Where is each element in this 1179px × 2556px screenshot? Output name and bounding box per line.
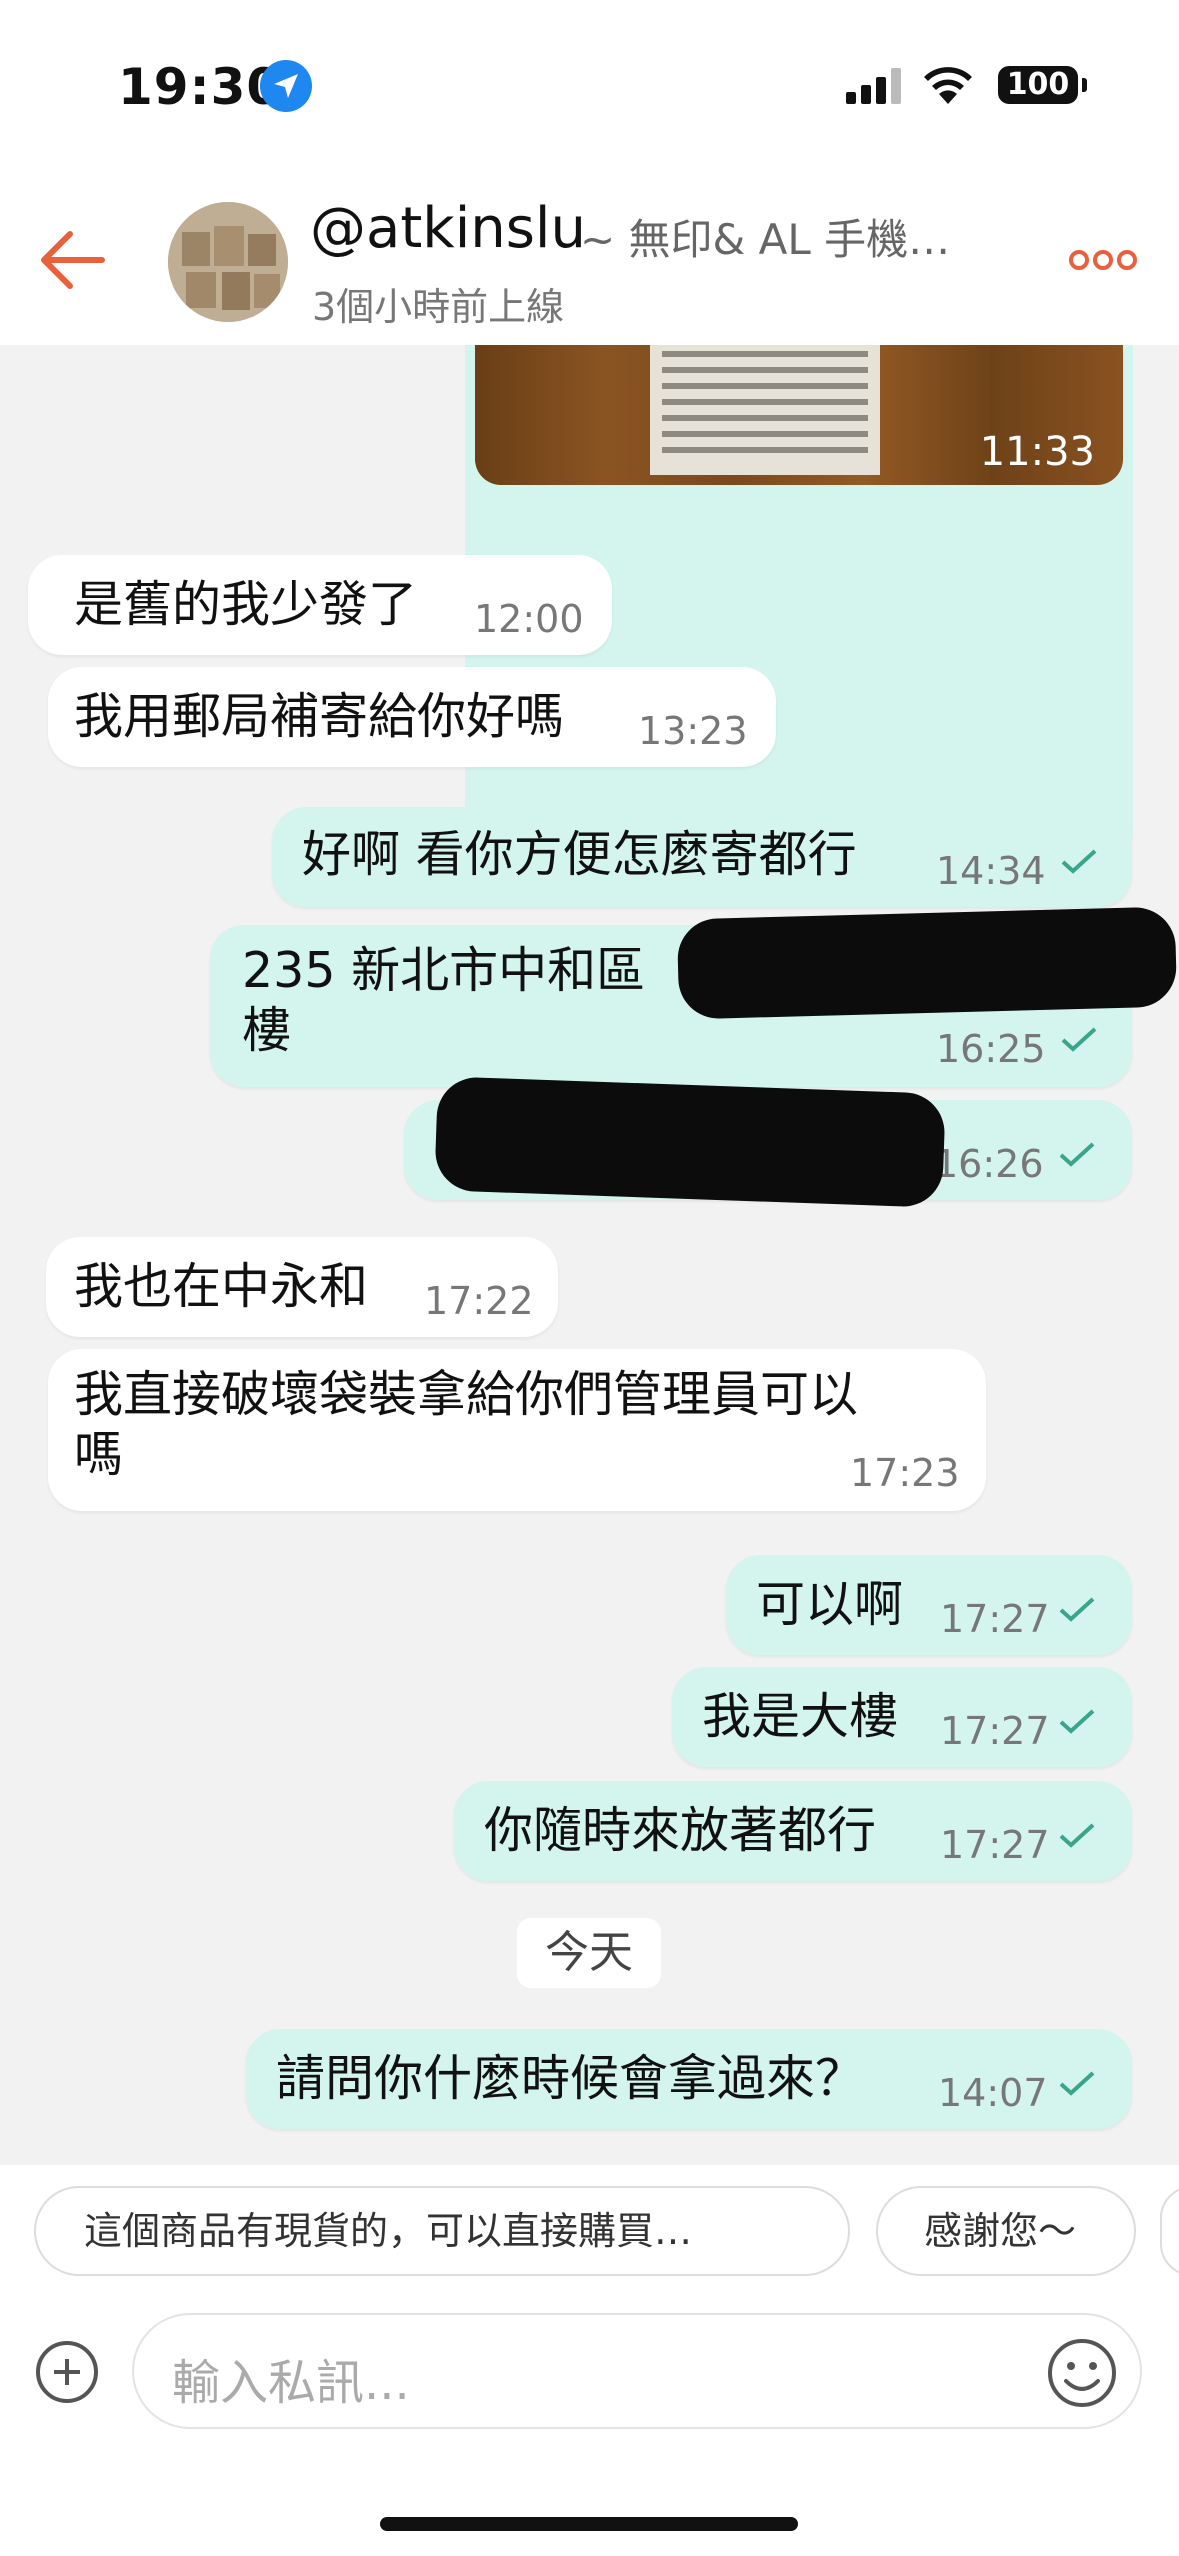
read-check-icon — [1059, 1823, 1095, 1848]
read-check-icon — [1059, 1597, 1095, 1622]
message-text: 好啊 看你方便怎麼寄都行 — [302, 826, 857, 883]
read-check-icon — [1059, 1142, 1095, 1167]
message-photo[interactable]: 11:33 — [475, 345, 1123, 485]
message-time: 14:34 — [936, 849, 1046, 893]
wifi-icon — [924, 67, 972, 104]
quick-reply-chip[interactable]: 這個商品有現貨的，可以直接購買… — [34, 2186, 850, 2276]
outgoing-message[interactable]: 請問你什麼時候會拿過來？ 14:07 — [246, 2029, 1132, 2129]
message-text: 請問你什麼時候會拿過來？ — [276, 2050, 865, 2107]
chat-header: @atkinslu ~ 無印& AL 手機… 3個小時前上線 — [0, 170, 1179, 345]
avatar[interactable] — [168, 202, 288, 322]
message-text: 是舊的我少發了 — [74, 576, 418, 633]
message-time: 12:00 — [474, 597, 584, 641]
incoming-message[interactable]: 我直接破壞袋裝拿給你們管理員可以 嗎 17:23 — [48, 1349, 986, 1511]
last-seen-status: 3個小時前上線 — [312, 285, 565, 329]
back-arrow-icon[interactable] — [38, 225, 108, 295]
message-text-line1: 235 新北市中和區 — [242, 942, 646, 999]
message-time: 11:33 — [979, 429, 1095, 475]
message-text: 你隨時來放著都行 — [484, 1802, 877, 1859]
message-time: 13:23 — [638, 709, 748, 753]
composer-area: 這個商品有現貨的，可以直接購買… 感謝您～ 輸入私訊... — [0, 2165, 1179, 2556]
more-icon[interactable] — [1068, 248, 1138, 272]
date-divider: 今天 — [517, 1918, 661, 1988]
incoming-message[interactable]: 是舊的我少發了 12:00 — [28, 555, 612, 655]
outgoing-message[interactable]: 好啊 看你方便怎麼寄都行 14:34 — [272, 807, 1132, 907]
quick-reply-chip[interactable]: 感謝您～ — [876, 2186, 1136, 2276]
read-check-icon — [1059, 2071, 1095, 2096]
read-check-icon — [1059, 1709, 1095, 1734]
read-check-icon — [1061, 1027, 1097, 1052]
message-time: 16:26 — [934, 1142, 1044, 1186]
message-time: 17:22 — [424, 1279, 534, 1323]
outgoing-message[interactable]: 我是大樓 17:27 — [672, 1667, 1132, 1767]
message-text: 我也在中永和 — [74, 1258, 369, 1315]
redacted-contact — [434, 1076, 946, 1208]
message-time: 17:27 — [940, 1823, 1050, 1867]
home-indicator — [380, 2517, 798, 2531]
outgoing-message[interactable]: 你隨時來放著都行 17:27 — [454, 1781, 1132, 1881]
incoming-message[interactable]: 我也在中永和 17:22 — [46, 1237, 558, 1337]
message-time: 17:27 — [940, 1709, 1050, 1753]
message-text-line1: 我直接破壞袋裝拿給你們管理員可以 — [74, 1366, 859, 1423]
quick-reply-label: 感謝您～ — [924, 2209, 1077, 2253]
message-text: 可以啊 — [756, 1576, 904, 1633]
battery-indicator: 100 — [998, 66, 1078, 104]
quick-reply-chip[interactable] — [1160, 2186, 1179, 2276]
battery-tip — [1082, 78, 1087, 92]
message-text: 我用郵局補寄給你好嗎 — [74, 688, 565, 745]
message-input[interactable]: 輸入私訊... — [132, 2313, 1142, 2429]
message-time: 17:27 — [940, 1597, 1050, 1641]
message-text: 我是大樓 — [702, 1688, 899, 1745]
quick-reply-label: 這個商品有現貨的，可以直接購買… — [84, 2209, 693, 2253]
message-time: 14:07 — [938, 2071, 1048, 2115]
status-bar: 19:30 100 — [0, 0, 1179, 170]
signal-icon — [846, 68, 901, 104]
message-text-line2: 嗎 — [74, 1426, 124, 1483]
read-check-icon — [1061, 849, 1097, 874]
incoming-message[interactable]: 我用郵局補寄給你好嗎 13:23 — [48, 667, 776, 767]
outgoing-message[interactable]: 可以啊 17:27 — [726, 1555, 1132, 1655]
add-icon[interactable] — [36, 2341, 98, 2403]
emoji-icon[interactable] — [1046, 2337, 1118, 2409]
clock: 19:30 — [118, 58, 283, 116]
message-text-line2: 樓 — [242, 1002, 292, 1059]
chat-username[interactable]: @atkinslu — [310, 196, 586, 261]
location-arrow-icon — [260, 60, 312, 112]
message-time: 16:25 — [936, 1027, 1046, 1071]
redacted-address — [676, 906, 1178, 1020]
message-time: 17:23 — [850, 1451, 960, 1495]
message-input-placeholder: 輸入私訊... — [172, 2355, 410, 2411]
product-snippet[interactable]: ~ 無印& AL 手機… — [580, 206, 950, 267]
message-list[interactable]: 11:33 是舊的我少發了 12:00 我用郵局補寄給你好嗎 13:23 好啊 … — [0, 345, 1179, 2165]
product-label-photo — [650, 345, 880, 475]
